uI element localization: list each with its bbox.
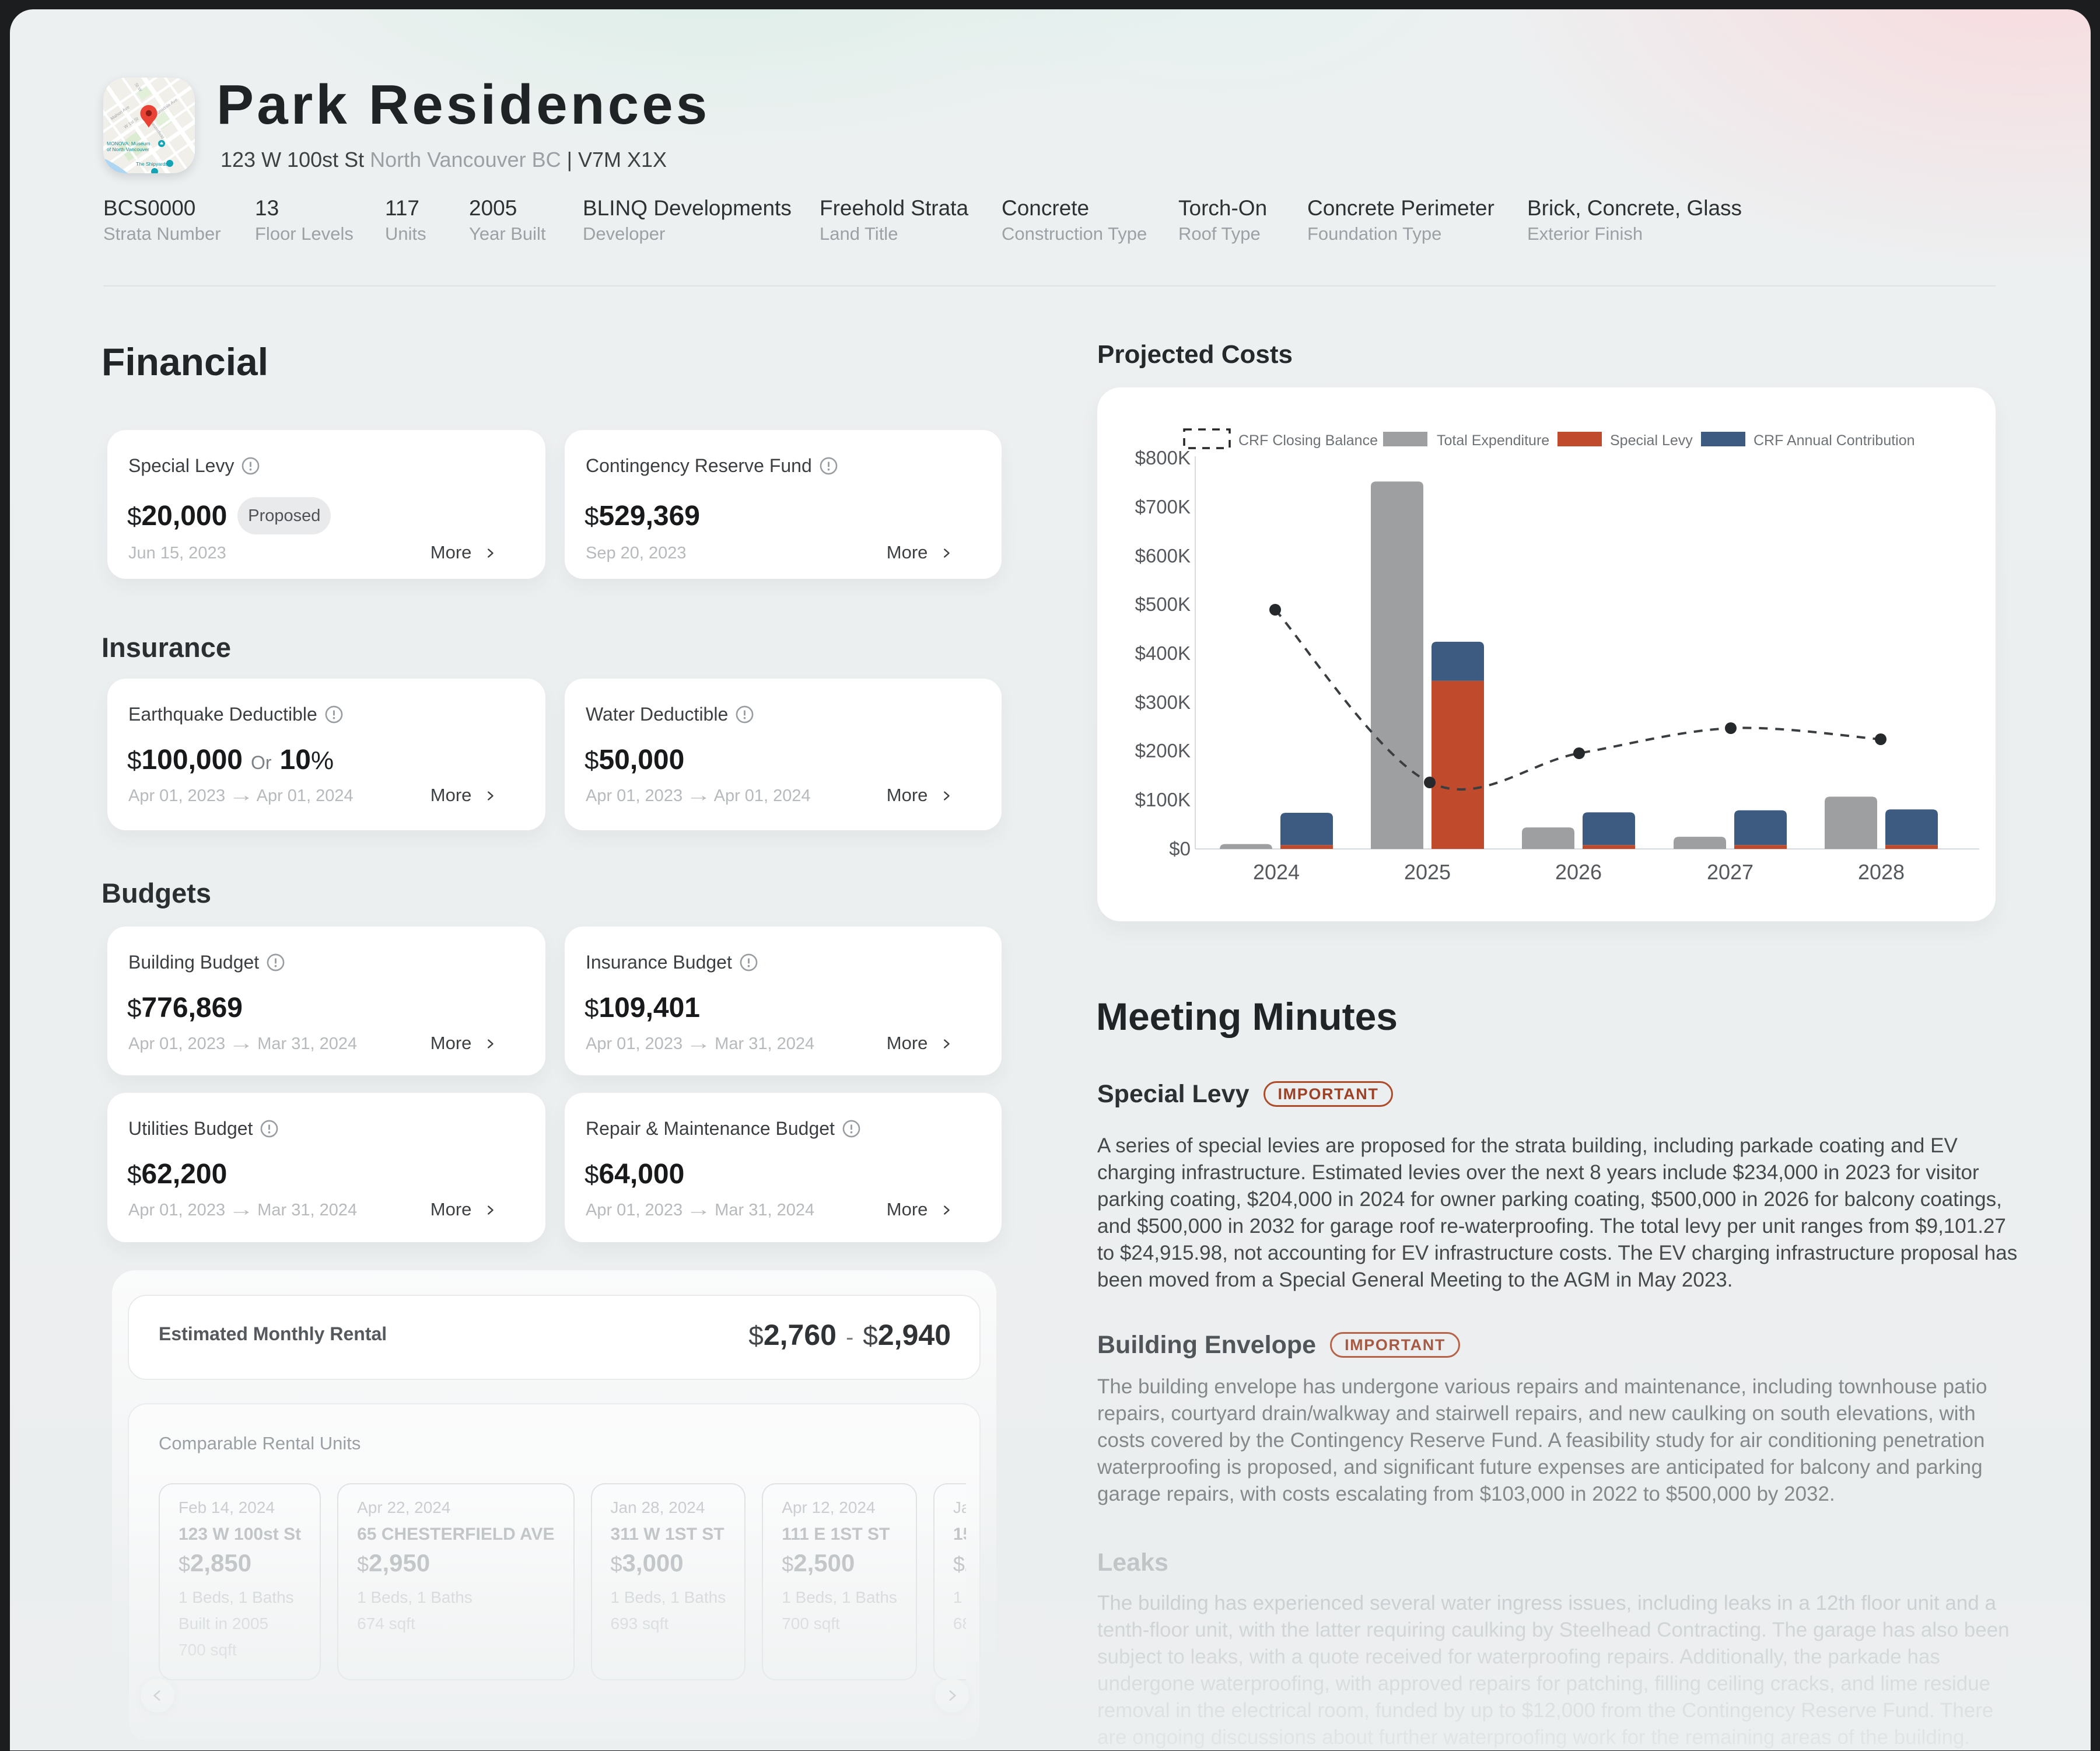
svg-text:$400K: $400K <box>1135 642 1191 664</box>
svg-text:2026: 2026 <box>1555 860 1602 884</box>
svg-text:The Shipyards: The Shipyards <box>136 161 168 167</box>
svg-text:2027: 2027 <box>1707 860 1754 884</box>
svg-text:2024: 2024 <box>1253 860 1300 884</box>
svg-text:$800K: $800K <box>1135 447 1191 469</box>
svg-text:CRF Closing Balance: CRF Closing Balance <box>1238 432 1378 449</box>
svg-text:Total Expenditure: Total Expenditure <box>1437 432 1549 449</box>
svg-text:Special Levy: Special Levy <box>1610 432 1693 449</box>
svg-text:$100K: $100K <box>1135 789 1191 810</box>
svg-text:$500K: $500K <box>1135 593 1191 615</box>
svg-text:$700K: $700K <box>1135 496 1191 518</box>
svg-text:$600K: $600K <box>1135 545 1191 567</box>
svg-text:of North Vancouver: of North Vancouver <box>107 146 149 152</box>
svg-text:$300K: $300K <box>1135 691 1191 713</box>
svg-text:$200K: $200K <box>1135 740 1191 761</box>
svg-text:CRF Annual Contribution: CRF Annual Contribution <box>1754 432 1915 449</box>
svg-text:2025: 2025 <box>1404 860 1451 884</box>
svg-text:$0: $0 <box>1169 838 1191 859</box>
svg-text:2028: 2028 <box>1858 860 1905 884</box>
svg-text:MONOVA: Museum: MONOVA: Museum <box>107 141 150 146</box>
